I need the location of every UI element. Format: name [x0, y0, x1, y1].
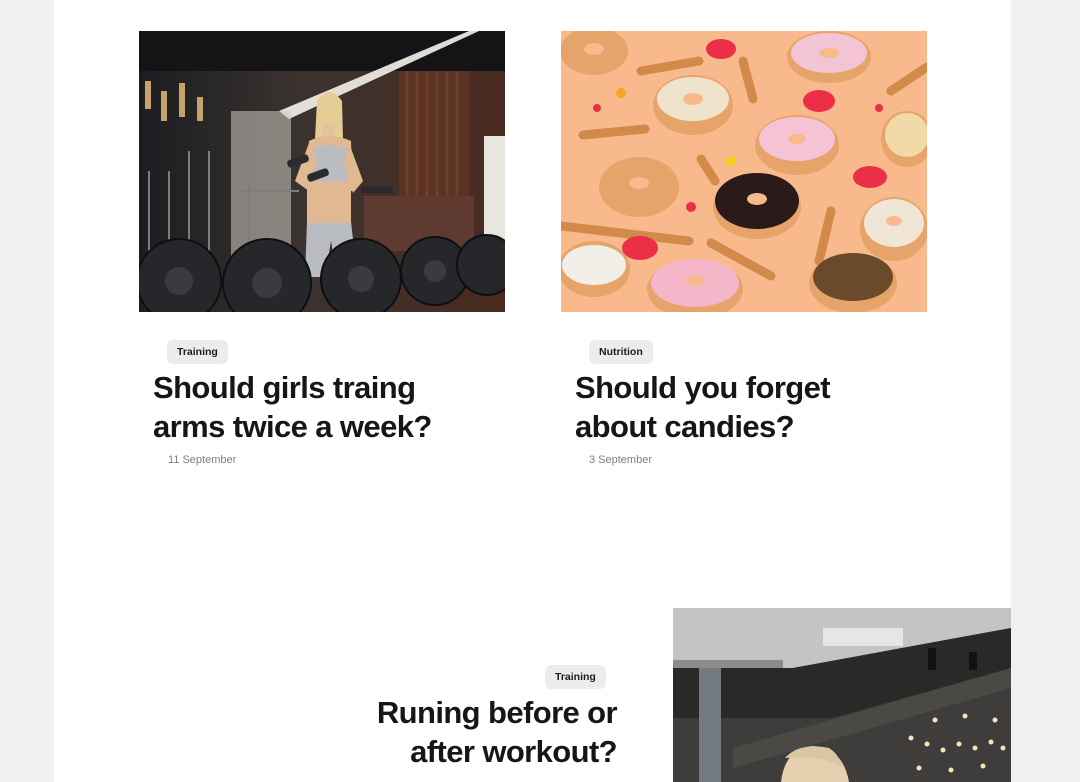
post-category-tag[interactable]: Training: [545, 665, 606, 689]
post-category-tag[interactable]: Training: [167, 340, 228, 364]
post-category-tag[interactable]: Nutrition: [589, 340, 653, 364]
post-title-line-1: Should you forget: [575, 370, 831, 405]
post-date: 11 September: [168, 454, 237, 466]
post-title[interactable]: Should girls traing arms twice a week?: [153, 368, 513, 446]
blog-page: Training Should girls traing arms twice …: [54, 0, 1011, 782]
post-image-donuts[interactable]: [561, 31, 927, 312]
post-title[interactable]: Should you forget about candies?: [575, 368, 935, 446]
post-title-line-2: arms twice a week?: [153, 409, 432, 444]
post-title-line-1: Should girls traing: [153, 370, 416, 405]
post-title-line-2: after workout?: [410, 734, 617, 769]
post-card-2[interactable]: Nutrition Should you forget about candie…: [532, 0, 1011, 480]
post-date: 3 September: [589, 454, 652, 466]
post-image-gym-woman[interactable]: [139, 31, 505, 312]
post-card-3[interactable]: Training Runing before or after workout?: [54, 600, 1011, 782]
post-title-line-1: Runing before or: [376, 695, 618, 730]
post-title-line-2: about candies?: [575, 409, 795, 444]
post-card-1[interactable]: Training Should girls traing arms twice …: [54, 0, 532, 480]
post-image-gym-interior[interactable]: [673, 608, 1011, 782]
post-title[interactable]: Runing before or after workout?: [284, 693, 618, 771]
